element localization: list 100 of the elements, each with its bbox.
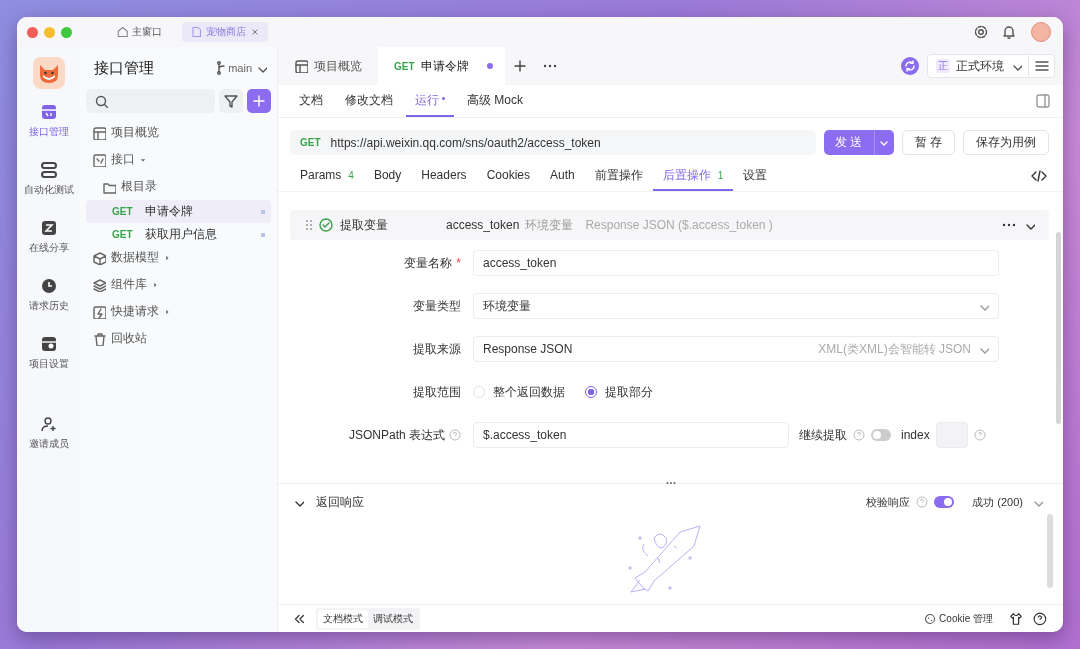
sync-icon[interactable] bbox=[901, 57, 919, 75]
field-label: 变量类型 bbox=[413, 297, 461, 315]
caret-right-icon bbox=[164, 308, 170, 315]
document-icon bbox=[190, 26, 202, 38]
sub-tab[interactable]: 运行 bbox=[406, 85, 454, 117]
sidebar-title: 接口管理 bbox=[94, 58, 155, 78]
request-tab[interactable]: Cookies bbox=[476, 161, 540, 191]
request-tab[interactable]: 设置 bbox=[733, 161, 778, 191]
mode-switch[interactable]: 文档模式 调试模式 bbox=[316, 607, 420, 630]
bolt-icon bbox=[92, 304, 106, 319]
home-icon bbox=[116, 26, 128, 38]
text-field[interactable]: $.access_token bbox=[473, 422, 789, 448]
nav-item[interactable]: 请求历史 bbox=[28, 277, 69, 313]
caret-right-icon bbox=[152, 281, 158, 288]
filter-button[interactable] bbox=[219, 89, 243, 113]
tree-item[interactable]: GET 申请令牌 bbox=[86, 200, 271, 223]
check-circle-icon[interactable] bbox=[318, 217, 334, 233]
cookie-manager-link[interactable]: Cookie 管理 bbox=[924, 611, 993, 626]
side-panel-icon[interactable] bbox=[1035, 93, 1051, 109]
stack-icon bbox=[39, 161, 58, 179]
bell-icon[interactable] bbox=[1001, 24, 1017, 40]
close-icon[interactable] bbox=[250, 27, 260, 37]
radio-option[interactable]: 提取部分 bbox=[585, 383, 653, 401]
tree-item[interactable]: 组件库 bbox=[86, 273, 271, 296]
tree-item[interactable]: 数据模型 bbox=[86, 246, 271, 269]
scrollbar[interactable] bbox=[1047, 514, 1053, 588]
editor-tab[interactable]: 项目概览 bbox=[278, 47, 378, 85]
processor-title: 提取变量 bbox=[340, 216, 389, 234]
menu-button[interactable] bbox=[1029, 54, 1055, 78]
filter-icon bbox=[223, 93, 239, 109]
nav-item[interactable]: 项目设置 bbox=[28, 335, 69, 371]
tree-item[interactable]: GET 获取用户信息 bbox=[86, 223, 271, 246]
toggle-switch[interactable] bbox=[934, 496, 955, 508]
variable-scope: 环境变量 bbox=[525, 216, 574, 234]
menu-icon bbox=[1033, 58, 1050, 74]
shirt-icon[interactable] bbox=[1009, 611, 1023, 626]
nav-item[interactable]: 邀请成员 bbox=[28, 415, 69, 451]
nav-item[interactable]: 自动化测试 bbox=[23, 161, 74, 197]
mode-option[interactable]: 文档模式 bbox=[318, 609, 368, 628]
nav-item[interactable]: 在线分享 bbox=[28, 219, 69, 255]
more-icon[interactable] bbox=[666, 481, 676, 485]
editor-tab[interactable]: GET 申请令牌 bbox=[378, 47, 505, 85]
help-icon[interactable] bbox=[1033, 611, 1047, 626]
maximize-button[interactable] bbox=[61, 26, 72, 38]
send-button[interactable]: 发 送 bbox=[823, 130, 874, 155]
url-field[interactable]: GET https://api.weixin.qq.com/sns/oauth2/access_token bbox=[290, 130, 816, 155]
environment-selector[interactable]: 正 正式环境 bbox=[927, 54, 1029, 78]
required-mark: * bbox=[456, 256, 461, 270]
clock-icon bbox=[39, 277, 58, 295]
plus-icon[interactable] bbox=[511, 58, 528, 74]
trash-icon bbox=[92, 331, 106, 346]
field-label: 提取范围 bbox=[413, 383, 461, 401]
request-tab[interactable]: Params 4 bbox=[290, 161, 364, 191]
count-label: 1 bbox=[717, 169, 724, 181]
add-button[interactable] bbox=[247, 89, 271, 113]
caret-down-icon bbox=[140, 156, 146, 163]
code-icon[interactable] bbox=[1031, 168, 1047, 184]
stash-button[interactable]: 暂 存 bbox=[901, 130, 955, 155]
status-selector[interactable]: 成功 (200) bbox=[972, 494, 1043, 510]
request-tab[interactable]: Auth bbox=[540, 161, 585, 191]
tree-item[interactable]: 项目概览 bbox=[86, 121, 271, 144]
sub-tab[interactable]: 文档 bbox=[290, 85, 332, 117]
fox-logo-icon[interactable] bbox=[32, 57, 65, 89]
sub-tab[interactable]: 高级 Mock bbox=[458, 85, 532, 117]
request-tab[interactable]: 前置操作 bbox=[584, 161, 653, 191]
field-label: 提取来源 bbox=[413, 340, 461, 358]
radio-button[interactable] bbox=[585, 386, 597, 398]
section-title: 返回响应 bbox=[316, 493, 364, 511]
select-field[interactable]: 环境变量 bbox=[473, 293, 999, 319]
scrollbar[interactable] bbox=[1056, 232, 1061, 424]
layers-icon bbox=[92, 277, 106, 292]
grid-icon bbox=[39, 103, 58, 121]
send-options-button[interactable] bbox=[873, 130, 894, 155]
close-button[interactable] bbox=[27, 26, 38, 38]
tree-item[interactable]: 根目录 bbox=[86, 175, 271, 198]
toggle-switch[interactable] bbox=[871, 429, 891, 441]
caret-right-icon bbox=[164, 254, 170, 261]
request-tab[interactable]: Headers bbox=[411, 161, 477, 191]
nav-item[interactable]: 接口管理 bbox=[28, 103, 69, 139]
field-label: 校验响应 bbox=[866, 494, 911, 510]
search-icon bbox=[94, 94, 108, 108]
cookie-icon bbox=[924, 612, 937, 625]
avatar[interactable] bbox=[1031, 22, 1051, 42]
branch-selector[interactable]: main bbox=[215, 60, 267, 76]
tree-item[interactable]: 快捷请求 bbox=[86, 300, 271, 323]
tree-item[interactable]: 接口 bbox=[86, 148, 271, 171]
window-tab[interactable]: 主窗口 bbox=[108, 22, 170, 42]
request-tab[interactable]: 后置操作 1 bbox=[652, 161, 734, 191]
select-field[interactable]: Response JSON XML(类XML)会智能转 JSON bbox=[473, 336, 999, 362]
processor-row[interactable]: 提取变量 access_token 环境变量 Response JSON ($.access_token ) bbox=[290, 210, 1049, 240]
save-case-button[interactable]: 保存为用例 bbox=[963, 130, 1049, 155]
radio-option[interactable]: 整个返回数据 bbox=[473, 383, 565, 401]
mode-option[interactable]: 调试模式 bbox=[368, 609, 418, 628]
cube-icon bbox=[92, 250, 106, 265]
request-tab[interactable]: Body bbox=[363, 161, 412, 191]
variable-name: access_token bbox=[446, 218, 520, 232]
search-field[interactable] bbox=[86, 89, 215, 113]
tree-item[interactable]: 回收站 bbox=[86, 327, 271, 350]
text-field[interactable]: access_token bbox=[473, 250, 999, 276]
sub-tab[interactable]: 修改文档 bbox=[336, 85, 402, 117]
